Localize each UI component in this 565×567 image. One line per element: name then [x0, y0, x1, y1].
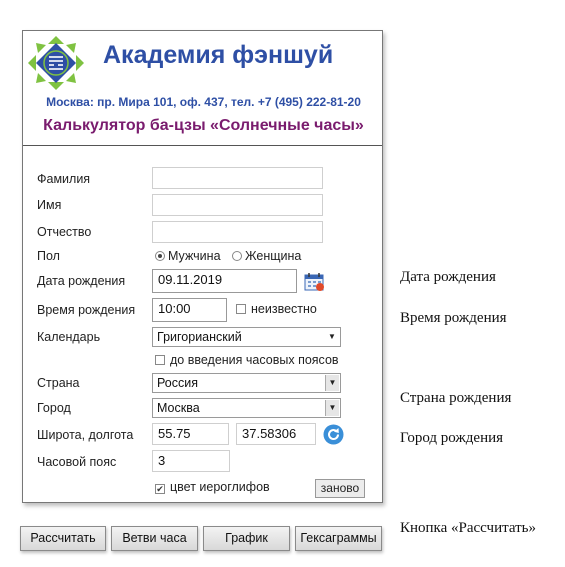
name-input[interactable]: [152, 194, 323, 216]
country-label: Страна: [37, 376, 80, 390]
annotation-calculate-button: Кнопка «Рассчитать»: [400, 520, 537, 536]
reset-button[interactable]: заново: [315, 479, 365, 498]
birth-time-input[interactable]: 10:00: [152, 298, 227, 322]
surname-input[interactable]: [152, 167, 323, 189]
longitude-input[interactable]: 37.58306: [236, 423, 316, 445]
city-select[interactable]: Москва ▼: [152, 398, 341, 418]
before-timezones-option[interactable]: до введения часовых поясов: [155, 353, 339, 367]
hour-branches-button[interactable]: Ветви часа: [111, 526, 198, 551]
chart-button[interactable]: График: [203, 526, 290, 551]
timezone-label: Часовой пояс: [37, 455, 117, 469]
refresh-icon[interactable]: [323, 424, 344, 445]
calculator-panel: Академия фэншуй Москва: пр. Мира 101, оф…: [22, 30, 383, 503]
annotation-birth-time: Время рождения: [400, 310, 507, 326]
annotation-birth-country: Страна рождения: [400, 390, 512, 406]
calculate-button[interactable]: Рассчитать: [20, 526, 106, 551]
gender-male-option[interactable]: Мужчина: [155, 249, 221, 263]
calendar-label: Календарь: [37, 330, 101, 344]
country-select-value: Россия: [157, 376, 198, 390]
timezone-input[interactable]: 3: [152, 450, 230, 472]
academy-address: Москва: пр. Мира 101, оф. 437, тел. +7 (…: [46, 95, 361, 109]
header-divider: [23, 145, 382, 146]
hexagrams-button[interactable]: Гексаграммы: [295, 526, 382, 551]
chevron-down-icon: ▼: [325, 400, 339, 416]
birth-time-label: Время рождения: [37, 303, 136, 317]
gender-male-radio[interactable]: [155, 251, 165, 261]
calculator-title: Калькулятор ба-цзы «Солнечные часы»: [43, 117, 364, 134]
hieroglyph-color-checkbox[interactable]: ✔: [155, 484, 165, 494]
gender-label: Пол: [37, 249, 60, 263]
annotation-birth-date: Дата рождения: [400, 269, 496, 285]
calendar-select[interactable]: Григорианский ▼: [152, 327, 341, 347]
patronymic-input[interactable]: [152, 221, 323, 243]
calendar-icon[interactable]: [304, 271, 326, 292]
time-unknown-label: неизвестно: [251, 302, 317, 316]
latitude-input[interactable]: 55.75: [152, 423, 229, 445]
city-select-value: Москва: [157, 401, 200, 415]
hieroglyph-color-option[interactable]: ✔ цвет иероглифов: [155, 480, 270, 494]
calendar-select-value: Григорианский: [157, 330, 242, 344]
time-unknown-option[interactable]: неизвестно: [236, 302, 317, 316]
before-timezones-label: до введения часовых поясов: [170, 353, 339, 367]
city-label: Город: [37, 401, 71, 415]
birth-date-label: Дата рождения: [37, 274, 126, 288]
coords-label: Широта, долгота: [37, 428, 134, 442]
gender-female-label: Женщина: [245, 249, 302, 263]
country-select[interactable]: Россия ▼: [152, 373, 341, 393]
chevron-down-icon: ▼: [328, 332, 336, 341]
academy-logo-icon: [28, 36, 84, 90]
patronymic-label: Отчество: [37, 225, 92, 239]
birth-date-input[interactable]: 09.11.2019: [152, 269, 297, 293]
annotation-birth-city: Город рождения: [400, 430, 504, 446]
name-label: Имя: [37, 198, 62, 212]
gender-female-radio[interactable]: [232, 251, 242, 261]
gender-male-label: Мужчина: [168, 249, 221, 263]
gender-female-option[interactable]: Женщина: [232, 249, 301, 263]
chevron-down-icon: ▼: [325, 375, 339, 391]
time-unknown-checkbox[interactable]: [236, 304, 246, 314]
before-timezones-checkbox[interactable]: [155, 355, 165, 365]
academy-title: Академия фэншуй: [103, 41, 334, 69]
hieroglyph-color-label: цвет иероглифов: [170, 480, 270, 494]
surname-label: Фамилия: [37, 172, 91, 186]
